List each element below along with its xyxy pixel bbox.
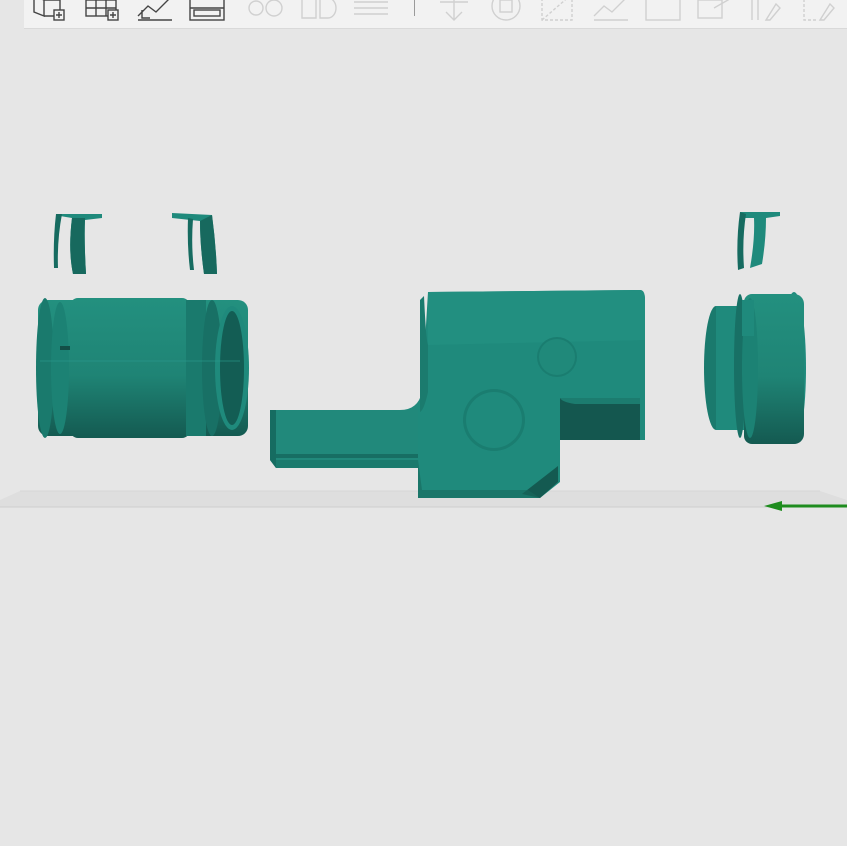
sleeve-right[interactable] xyxy=(704,292,806,444)
rotate-icon[interactable] xyxy=(486,0,526,26)
3d-viewport[interactable] xyxy=(0,29,847,846)
support-paint-icon[interactable] xyxy=(694,0,734,26)
top-toolbar xyxy=(24,0,847,29)
split-parts-icon[interactable] xyxy=(298,0,338,26)
measure-icon[interactable] xyxy=(798,0,838,26)
move-icon[interactable] xyxy=(434,0,474,26)
main-housing[interactable] xyxy=(270,290,645,498)
scene-canvas[interactable] xyxy=(0,29,847,846)
clip-left-b[interactable] xyxy=(172,213,217,274)
layers-icon[interactable] xyxy=(350,0,390,26)
clip-left-a[interactable] xyxy=(53,214,102,274)
add-plate-icon[interactable] xyxy=(82,0,122,26)
toolbar-separator xyxy=(414,0,415,16)
sleeve-left[interactable] xyxy=(36,298,249,438)
split-objects-icon[interactable] xyxy=(246,0,286,26)
add-object-icon[interactable] xyxy=(30,0,70,26)
clip-right[interactable] xyxy=(737,212,780,270)
cut-icon[interactable] xyxy=(642,0,682,26)
orient-icon[interactable] xyxy=(134,0,174,26)
seam-paint-icon[interactable] xyxy=(746,0,786,26)
arrange-icon[interactable] xyxy=(186,0,226,26)
lay-on-face-icon[interactable] xyxy=(590,0,630,26)
scale-icon[interactable] xyxy=(538,0,578,26)
